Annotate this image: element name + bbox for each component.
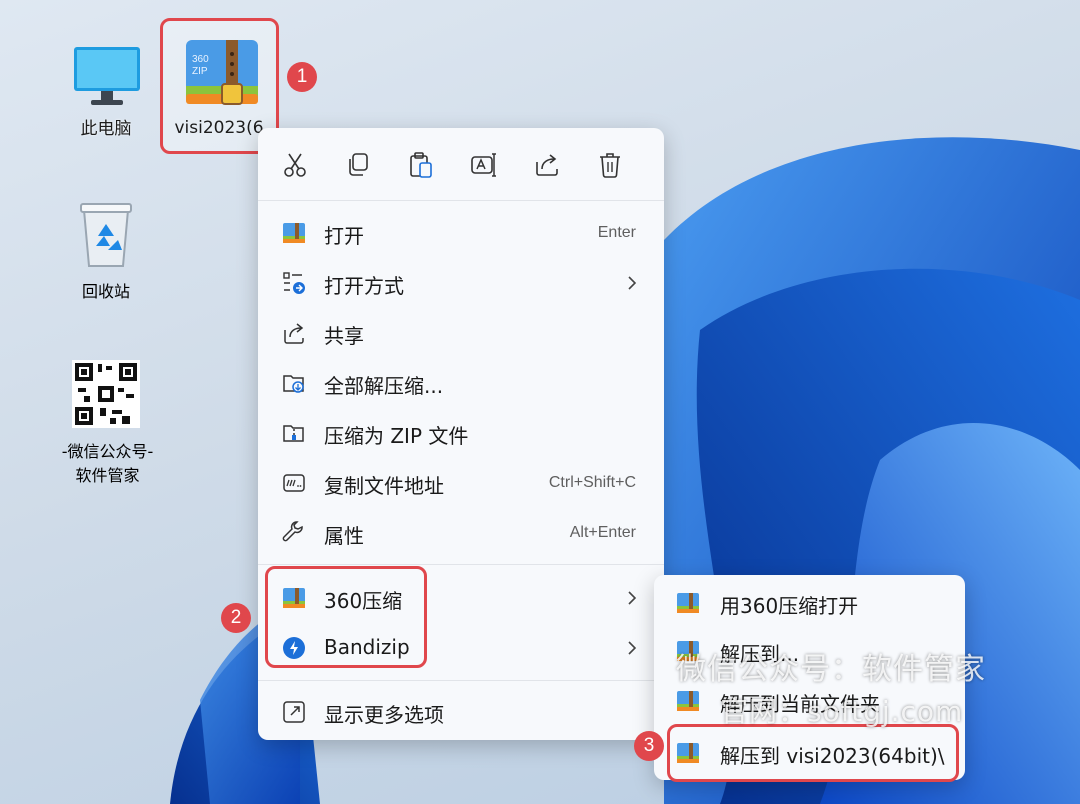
360zip-icon	[677, 593, 699, 613]
menu-item-label: 显示更多选项	[324, 703, 444, 727]
computer-icon	[74, 47, 140, 105]
chevron-right-icon	[628, 641, 637, 655]
recycle-bin-icon	[80, 203, 132, 267]
360zip-icon	[677, 691, 699, 711]
desktop-icon-label: -微信公众号- 软件管家	[50, 438, 165, 486]
zip-icon	[283, 425, 304, 442]
menu-item-shortcut: Ctrl+Shift+C	[548, 474, 636, 491]
desktop-icon-label: 回收站	[81, 282, 130, 301]
share-icon	[284, 323, 304, 344]
menu-separator	[258, 680, 664, 681]
delete-icon[interactable]	[595, 150, 625, 180]
menu-item-label: 属性	[324, 524, 364, 548]
menu-item-share[interactable]: 共享	[266, 310, 656, 356]
menu-item-extract-all[interactable]: 全部解压缩...	[266, 360, 656, 406]
menu-item-shortcut: Enter	[597, 224, 636, 241]
share-icon[interactable]	[532, 150, 562, 180]
desktop-icon-label: 此电脑	[80, 119, 132, 139]
360zip-icon	[283, 223, 305, 243]
menu-item-label: 打开	[324, 224, 364, 248]
desktop-icon-label-line1: -微信公众号-	[61, 442, 154, 461]
highlight-box	[667, 724, 959, 782]
menu-item-shortcut: Alt+Enter	[569, 524, 636, 541]
step-badge: 3	[634, 731, 664, 761]
menu-item-compress-zip[interactable]: 压缩为 ZIP 文件	[266, 410, 656, 456]
qr-code-icon	[72, 360, 140, 428]
menu-item-label: 共享	[324, 324, 364, 348]
wrench-icon	[282, 521, 303, 542]
rename-icon[interactable]	[469, 150, 499, 180]
watermark-line1: 微信公众号：软件管家	[676, 652, 986, 687]
watermark-line2: 官网：softgj.com	[720, 695, 964, 728]
menu-item-label: 打开方式	[324, 274, 404, 298]
menu-item-more-options[interactable]: 显示更多选项	[266, 689, 656, 735]
context-menu-toolbar	[258, 128, 664, 200]
menu-item-properties[interactable]: 属性 Alt+Enter	[266, 510, 656, 556]
submenu-item-label: 用360压缩打开	[720, 594, 859, 618]
chevron-right-icon	[628, 276, 637, 290]
menu-item-copy-path[interactable]: 复制文件地址 Ctrl+Shift+C	[266, 460, 656, 506]
paste-icon[interactable]	[406, 150, 436, 180]
menu-item-label: 全部解压缩...	[324, 374, 444, 398]
menu-separator	[258, 564, 664, 565]
copy-icon[interactable]	[343, 150, 373, 180]
step-badge: 1	[287, 62, 317, 92]
cut-icon[interactable]	[280, 150, 310, 180]
menu-separator	[258, 200, 664, 201]
highlight-box	[265, 566, 427, 668]
step-badge: 2	[221, 603, 251, 633]
desktop-icon-label-line2: 软件管家	[75, 466, 140, 485]
menu-item-open[interactable]: 打开 Enter	[266, 210, 656, 256]
chevron-right-icon	[628, 591, 637, 605]
open-with-icon	[283, 272, 305, 294]
more-options-icon	[283, 701, 305, 723]
menu-item-open-with[interactable]: 打开方式	[266, 260, 656, 306]
copy-path-icon	[283, 474, 305, 492]
menu-item-label: 复制文件地址	[324, 474, 444, 498]
menu-item-label: 压缩为 ZIP 文件	[324, 424, 469, 448]
extract-all-icon	[283, 375, 304, 393]
submenu-item-open-with-360[interactable]: 用360压缩打开	[660, 580, 959, 626]
